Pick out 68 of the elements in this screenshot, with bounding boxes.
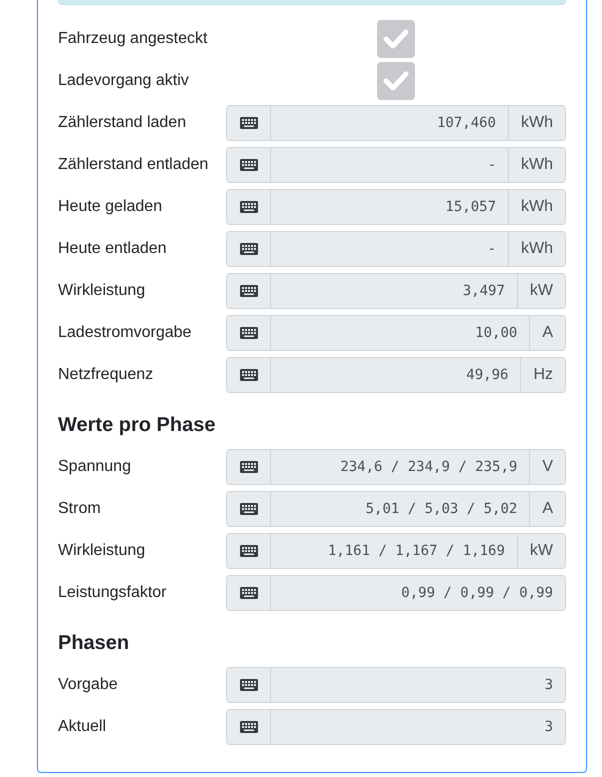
keyboard-icon [240, 285, 258, 297]
keyboard-icon [240, 243, 258, 255]
unit-label: kW [516, 274, 565, 308]
readonly-field[interactable]: - kWh [226, 231, 566, 267]
readonly-field[interactable]: 1,161 / 1,167 / 1,169 kW [226, 533, 566, 569]
field-value: 107,460 [436, 114, 497, 132]
readonly-field[interactable]: 10,00 A [226, 315, 566, 351]
field-value: 0,99 / 0,99 / 0,99 [400, 584, 554, 602]
field-value: 10,00 [474, 324, 518, 342]
readonly-field[interactable]: 5,01 / 5,03 / 5,02 A [226, 491, 566, 527]
field-value: - [486, 240, 497, 258]
field-label: Aktuell [58, 717, 108, 737]
unit-label: kWh [508, 148, 565, 182]
section-heading: Werte pro Phase [58, 413, 216, 438]
keyboard-icon [240, 721, 258, 733]
readonly-field[interactable]: - kWh [226, 147, 566, 183]
field-label: Vorgabe [58, 675, 119, 695]
field-value: - [486, 156, 497, 174]
field-label: Ladevorgang aktiv [58, 71, 190, 91]
field-value: 3,497 [462, 282, 506, 300]
keyboard-icon [240, 327, 258, 339]
field-value: 3 [544, 718, 554, 736]
section-heading: Phasen [58, 631, 130, 656]
readonly-field[interactable]: 234,6 / 234,9 / 235,9 V [226, 449, 566, 485]
field-value: 15,057 [444, 198, 497, 216]
field-label: Heute geladen [58, 197, 164, 217]
field-label: Strom [58, 499, 102, 519]
field-label: Leistungsfaktor [58, 583, 168, 603]
field-label: Wirkleistung [58, 541, 146, 561]
unit-label: Hz [520, 358, 565, 392]
unit-label: A [529, 492, 565, 526]
field-value: 1,161 / 1,167 / 1,169 [326, 542, 506, 560]
field-label: Spannung [58, 457, 132, 477]
check-icon [383, 70, 409, 92]
unit-label: kWh [508, 106, 565, 140]
readonly-field[interactable]: 49,96 Hz [226, 357, 566, 393]
field-label: Netzfrequenz [58, 365, 154, 385]
readonly-field[interactable]: 15,057 kWh [226, 189, 566, 225]
field-value: 49,96 [465, 366, 510, 384]
field-label: Wirkleistung [58, 281, 146, 301]
field-label: Zählerstand laden [58, 113, 188, 133]
field-label: Fahrzeug angesteckt [58, 29, 208, 49]
check-icon [383, 28, 409, 50]
keyboard-icon [240, 159, 258, 171]
readonly-field[interactable]: 3 [226, 667, 566, 703]
readonly-field[interactable]: 107,460 kWh [226, 105, 566, 141]
readonly-field[interactable]: 3,497 kW [226, 273, 566, 309]
readonly-field[interactable]: 3 [226, 709, 566, 745]
keyboard-icon [240, 545, 258, 557]
unit-label: kWh [508, 190, 565, 224]
unit-label: kWh [508, 232, 565, 266]
unit-label: kW [516, 534, 565, 568]
keyboard-icon [240, 587, 258, 599]
keyboard-icon [240, 369, 258, 381]
field-value: 3 [544, 676, 554, 694]
unit-label: A [529, 316, 565, 350]
field-label: Ladestromvorgabe [58, 323, 192, 343]
unit-label: V [529, 450, 565, 484]
keyboard-icon [240, 201, 258, 213]
field-label: Zählerstand entladen [58, 155, 210, 175]
readonly-field[interactable]: 0,99 / 0,99 / 0,99 [226, 575, 566, 611]
field-label: Heute entladen [58, 239, 168, 259]
keyboard-icon [240, 117, 258, 129]
keyboard-icon [240, 679, 258, 691]
keyboard-icon [240, 461, 258, 473]
field-value: 234,6 / 234,9 / 235,9 [339, 458, 518, 476]
keyboard-icon [240, 503, 258, 515]
field-value: 5,01 / 5,03 / 5,02 [364, 500, 518, 518]
